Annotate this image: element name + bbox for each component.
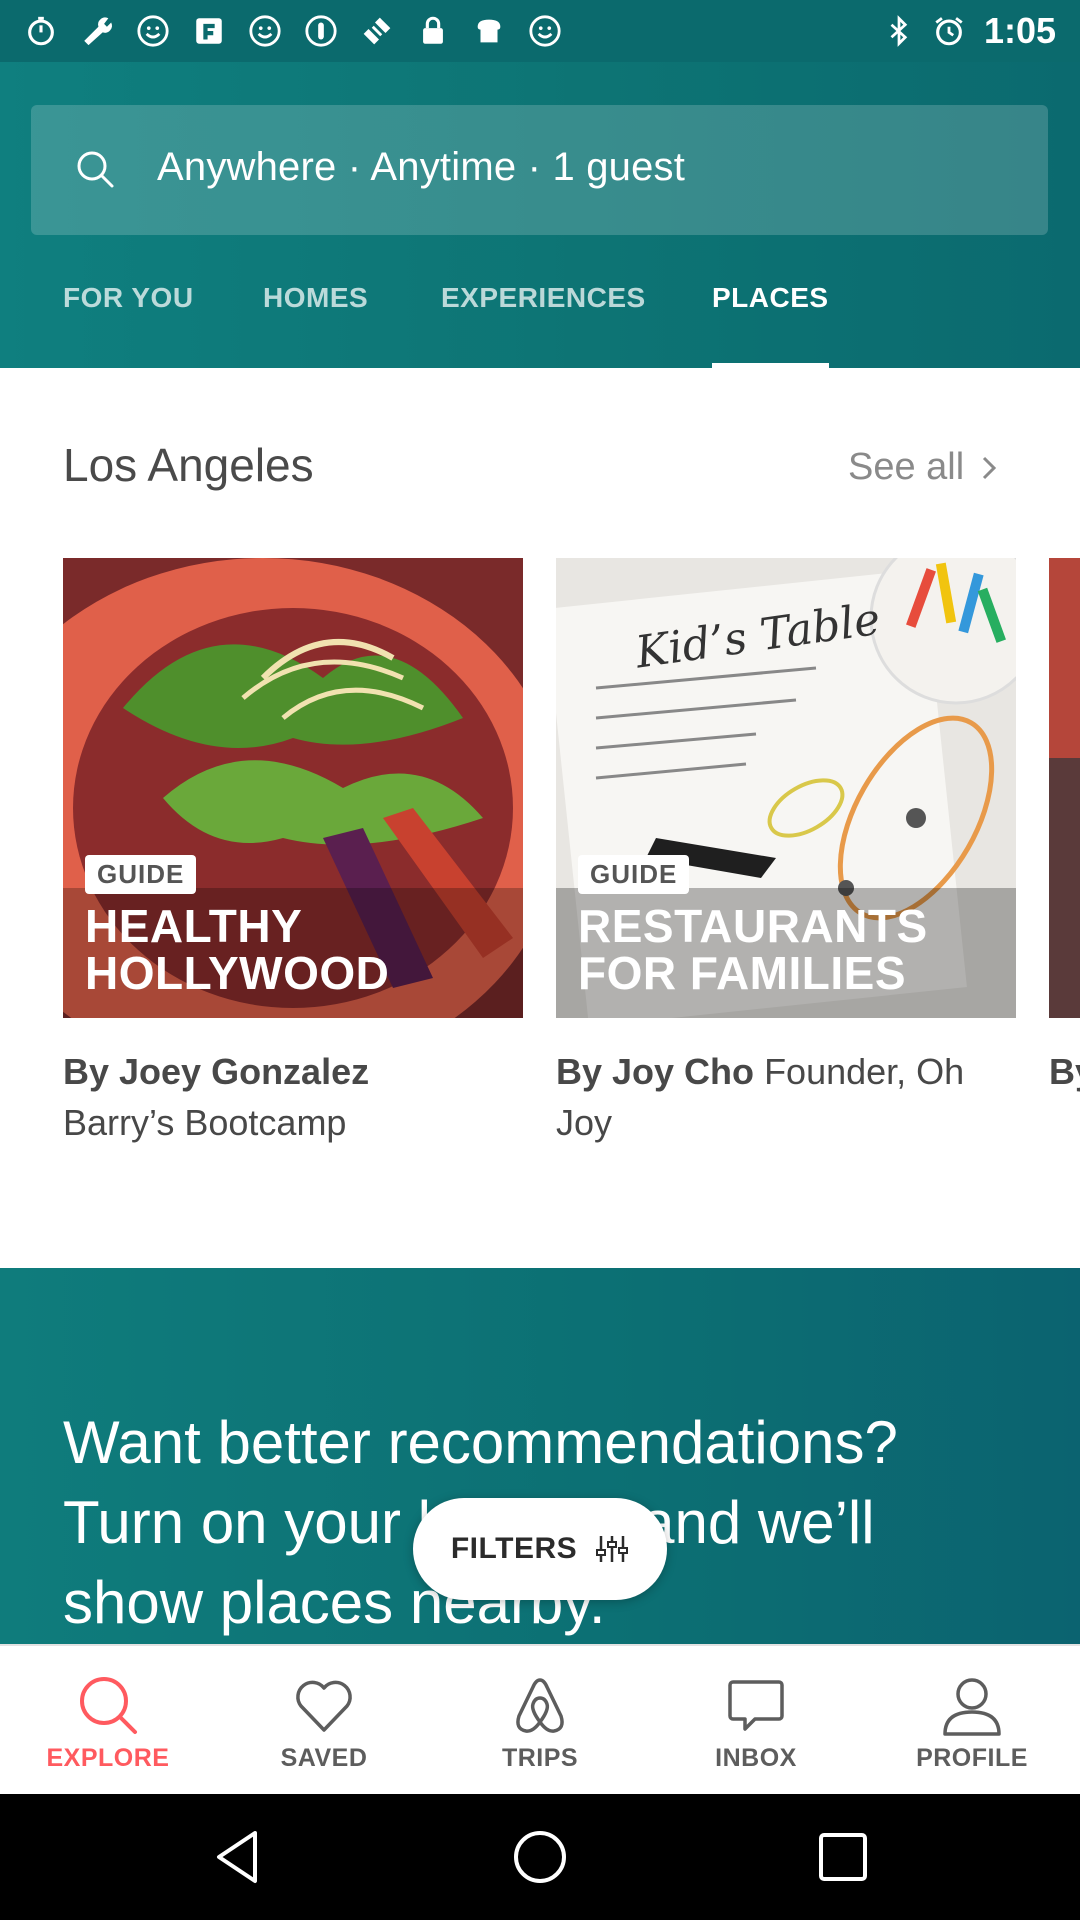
nav-explore[interactable]: EXPLORE — [0, 1646, 216, 1796]
wrench-icon — [84, 17, 112, 46]
chat-bubble-icon — [728, 1680, 784, 1731]
card-title-line: RESTAURANTS — [578, 900, 928, 952]
toast-icon — [477, 19, 501, 43]
heart-icon — [296, 1680, 352, 1732]
nav-label: EXPLORE — [46, 1744, 170, 1772]
see-all-link[interactable]: See all — [848, 446, 1000, 489]
nav-saved[interactable]: SAVED — [216, 1646, 432, 1796]
search-icon — [77, 151, 114, 188]
tab-homes[interactable]: HOMES — [263, 282, 368, 368]
nav-trips[interactable]: TRIPS — [432, 1646, 648, 1796]
card-title-line: HEALTHY — [85, 900, 303, 952]
system-nav-bar — [0, 1794, 1080, 1920]
status-time: 1:05 — [983, 10, 1056, 51]
card-author-block: By Joey Gonzalez Barry’s Bootcamp — [63, 1046, 523, 1148]
guide-card[interactable]: By — [1049, 558, 1080, 1097]
tab-label: HOMES — [263, 282, 369, 313]
nav-profile[interactable]: PROFILE — [864, 1646, 1080, 1796]
status-bar: 1:05 — [0, 0, 1080, 62]
guide-card[interactable]: GUIDE HEALTHY HOLLYWOOD By Joey Gonzalez… — [63, 558, 523, 1148]
card-title-line: HOLLYWOOD — [85, 947, 390, 999]
guide-card[interactable]: Kid’s Table GUIDE RESTAURANTS FOR FAMILI… — [556, 558, 1016, 1148]
card-image-healthy-hollywood[interactable]: GUIDE HEALTHY HOLLYWOOD — [63, 558, 523, 1018]
guide-badge: GUIDE — [578, 855, 690, 894]
lock-icon — [423, 16, 443, 44]
tab-bar: FOR YOU HOMES EXPERIENCES PLACES — [0, 282, 1080, 368]
person-icon — [943, 1678, 1001, 1736]
chevron-right-icon — [983, 456, 997, 479]
card-author: By Joey Gonzalez — [63, 1051, 370, 1092]
filters-button[interactable]: FILTERS — [413, 1498, 667, 1600]
bottom-nav: EXPLORE SAVED TRIPS INBOX PROFILE — [0, 1644, 1080, 1794]
card-author: By Joy Cho — [556, 1051, 755, 1092]
tab-experiences[interactable]: EXPERIENCES — [441, 282, 646, 368]
filters-label: FILTERS — [450, 1532, 578, 1565]
smiley-icon — [249, 15, 281, 47]
partial-card-image — [1049, 558, 1080, 1018]
card-author: By — [1049, 1051, 1080, 1092]
card-author-block: By Joy Cho Founder, Oh Joy — [556, 1046, 1016, 1148]
tab-label: EXPERIENCES — [441, 282, 646, 313]
tab-label: FOR YOU — [63, 282, 194, 313]
search-input[interactable]: Anywhere · Anytime · 1 guest — [157, 145, 685, 190]
search-bar[interactable]: Anywhere · Anytime · 1 guest — [31, 105, 1048, 235]
nav-label: TRIPS — [501, 1744, 579, 1772]
back-icon[interactable] — [207, 1827, 267, 1887]
section-title: Los Angeles — [63, 439, 314, 491]
card-title: HEALTHY HOLLYWOOD — [85, 903, 389, 997]
header: Anywhere · Anytime · 1 guest FOR YOU HOM… — [0, 62, 1080, 368]
fandango-icon — [196, 18, 222, 44]
guide-badge: GUIDE — [85, 855, 197, 894]
card-title: RESTAURANTS FOR FAMILIES — [578, 903, 928, 997]
alarm-icon — [935, 17, 963, 46]
tab-for-you[interactable]: FOR YOU — [63, 282, 194, 368]
nav-label: PROFILE — [916, 1744, 1028, 1772]
card-author-block: By — [1049, 1046, 1080, 1097]
pill-icon — [305, 15, 337, 47]
sliders-icon — [596, 1536, 629, 1562]
status-right: 1:05 — [884, 10, 1056, 52]
nav-label: SAVED — [280, 1744, 368, 1772]
home-icon[interactable] — [510, 1827, 570, 1887]
card-image-restaurants-for-families[interactable]: Kid’s Table GUIDE RESTAURANTS FOR FAMILI… — [556, 558, 1016, 1018]
card-title-line: FOR FAMILIES — [578, 947, 906, 999]
nav-inbox[interactable]: INBOX — [648, 1646, 864, 1796]
satellite-icon — [363, 17, 391, 45]
timer-icon — [28, 16, 54, 46]
search-icon — [80, 1677, 137, 1734]
airbnb-logo-icon — [516, 1678, 564, 1733]
smiley-icon — [137, 15, 169, 47]
active-tab-indicator — [712, 363, 829, 368]
tab-places[interactable]: PLACES — [712, 282, 829, 368]
notification-icons — [24, 14, 562, 48]
bluetooth-icon — [890, 15, 908, 47]
recents-icon[interactable] — [813, 1827, 873, 1887]
card-subtitle: Barry’s Bootcamp — [63, 1102, 347, 1143]
see-all-label: See all — [848, 446, 965, 488]
app-screen: 1:05 Anywhere · Anytime · 1 guest FOR YO… — [0, 0, 1080, 1920]
smiley-icon — [529, 15, 561, 47]
tab-label: PLACES — [712, 282, 829, 313]
card-image-partial[interactable] — [1049, 558, 1080, 1018]
nav-label: INBOX — [715, 1744, 797, 1772]
